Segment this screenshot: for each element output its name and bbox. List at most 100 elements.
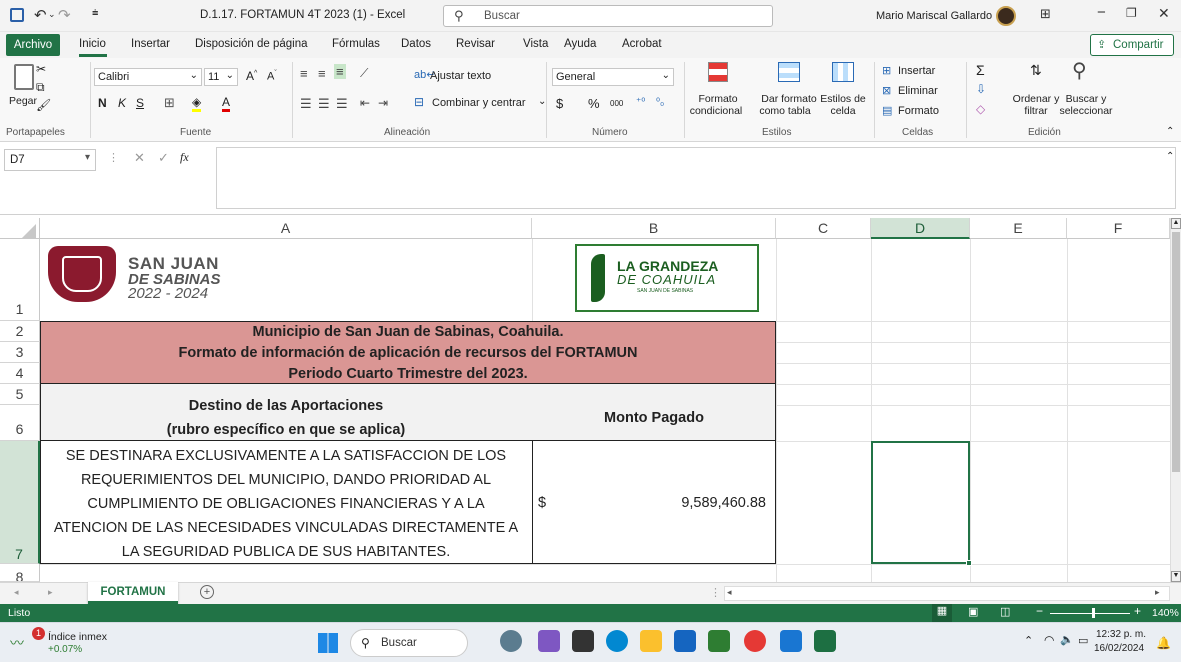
sheet-tab-fortamun[interactable]: FORTAMUN — [88, 582, 178, 604]
expand-formula-icon[interactable]: ⌃ — [1166, 151, 1174, 162]
volume-icon[interactable]: 🔈 — [1060, 633, 1074, 646]
merge-center-button[interactable]: Combinar y centrar — [432, 97, 526, 109]
format-painter-icon[interactable]: 🖌 — [36, 98, 51, 112]
clock-date[interactable]: 16/02/2024 — [1094, 643, 1144, 654]
col-header-b[interactable]: B — [532, 218, 776, 239]
clock-time[interactable]: 12:32 p. m. — [1096, 629, 1146, 640]
zoom-out-icon[interactable]: − — [1036, 604, 1043, 618]
cancel-icon[interactable]: ✕ — [134, 150, 145, 166]
delete-cells-icon[interactable]: ⊠ — [882, 84, 891, 97]
align-top-icon[interactable]: ≡ — [300, 66, 308, 81]
align-left-icon[interactable]: ☰ — [300, 96, 312, 112]
save-icon[interactable] — [10, 8, 24, 22]
row-header-2[interactable]: 2 — [0, 321, 40, 342]
increase-decimal-icon[interactable]: ⁺⁰ — [636, 97, 645, 108]
tab-file[interactable]: Archivo — [6, 34, 60, 56]
col-header-d[interactable]: D — [871, 218, 970, 239]
number-format-select[interactable]: General ⌄ — [552, 68, 674, 86]
page-layout-view-icon[interactable]: ▣ — [968, 605, 978, 618]
restore-icon[interactable]: ❐ — [1126, 6, 1137, 20]
selected-cell-d7[interactable] — [871, 441, 970, 564]
align-right-icon[interactable]: ☰ — [336, 96, 348, 112]
app-task-view-icon[interactable] — [572, 630, 594, 652]
excel-icon[interactable] — [814, 630, 836, 652]
format-cells-button[interactable]: Formato — [898, 105, 939, 117]
row-header-4[interactable]: 4 — [0, 363, 40, 384]
align-center-icon[interactable]: ☰ — [318, 96, 330, 112]
insert-cells-icon[interactable]: ⊞ — [882, 64, 891, 77]
percent-button[interactable]: % — [588, 96, 600, 111]
notification-bell-icon[interactable]: 🔔 — [1156, 636, 1171, 650]
insert-cells-button[interactable]: Insertar — [898, 65, 935, 77]
name-box[interactable]: D7 ▾ — [4, 149, 96, 171]
tab-acrobat[interactable]: Acrobat — [622, 38, 662, 50]
prev-sheet-icon[interactable]: ◂ — [14, 587, 19, 598]
decrease-font-icon[interactable]: Aˇ — [267, 70, 277, 83]
bold-button[interactable]: N — [98, 96, 107, 110]
app-game-icon[interactable] — [538, 630, 560, 652]
formula-input[interactable] — [216, 147, 1176, 209]
scroll-up-icon[interactable]: ▲ — [1171, 218, 1181, 229]
customize-qat-icon[interactable]: ⩧ — [92, 7, 98, 20]
chrome-icon[interactable] — [744, 630, 766, 652]
app-green-icon[interactable] — [708, 630, 730, 652]
row-header-7[interactable]: 7 — [0, 441, 40, 564]
find-select-label2[interactable]: seleccionar — [1050, 106, 1122, 117]
col-header-a[interactable]: A — [40, 218, 532, 239]
align-bottom-icon[interactable]: ≡ — [334, 64, 346, 79]
scroll-down-icon[interactable]: ▼ — [1171, 571, 1181, 582]
cell-styles-icon[interactable] — [832, 62, 854, 82]
cond-format-label1[interactable]: Formato — [688, 94, 748, 105]
increase-font-icon[interactable]: A^ — [246, 69, 257, 83]
zoom-slider[interactable] — [1050, 613, 1130, 614]
orientation-icon[interactable]: ⟋ — [360, 66, 368, 81]
decrease-decimal-icon[interactable]: ⁰₀ — [656, 97, 664, 108]
fill-handle[interactable] — [966, 560, 972, 566]
row-header-1[interactable]: 1 — [0, 239, 40, 321]
format-table-label1[interactable]: Dar formato — [758, 94, 820, 105]
show-hidden-icon[interactable]: ⌃ — [1024, 634, 1033, 647]
undo-icon[interactable]: ↶ — [34, 6, 47, 24]
tab-view[interactable]: Vista — [523, 38, 548, 50]
horizontal-scrollbar[interactable]: ◂ ▸ — [724, 586, 1170, 601]
currency-button[interactable]: $ — [556, 96, 563, 111]
file-explorer-icon[interactable] — [640, 630, 662, 652]
find-select-icon[interactable]: ⚲ — [1072, 58, 1087, 83]
tab-home[interactable]: Inicio — [79, 38, 106, 50]
enter-icon[interactable]: ✓ — [158, 150, 169, 166]
format-table-label2[interactable]: como tabla — [752, 106, 818, 117]
row-header-3[interactable]: 3 — [0, 342, 40, 363]
battery-icon[interactable]: ▭ — [1078, 634, 1088, 647]
cut-icon[interactable]: ✂ — [36, 62, 46, 76]
share-button[interactable]: ⇪ Compartir — [1090, 34, 1174, 56]
row-header-8[interactable]: 8 — [0, 564, 40, 582]
row-header-6[interactable]: 6 — [0, 405, 40, 441]
zoom-level[interactable]: 140% — [1152, 607, 1179, 619]
clear-icon[interactable]: ◇ — [976, 102, 985, 116]
search-box[interactable]: ⚲ Buscar — [443, 5, 773, 27]
tab-page-layout[interactable]: Disposición de página — [195, 38, 308, 50]
copy-icon[interactable]: ⧉ — [36, 80, 45, 95]
wifi-icon[interactable]: ◠ — [1044, 633, 1054, 647]
insert-function-icon[interactable]: fx — [180, 150, 189, 165]
font-name-select[interactable]: Calibri ⌄ — [94, 68, 202, 86]
user-name[interactable]: Mario Mariscal Gallardo — [876, 10, 992, 22]
fill-color-icon[interactable]: ◈ — [192, 95, 202, 112]
split-handle-icon[interactable]: ⋮ — [710, 586, 721, 599]
next-sheet-icon[interactable]: ▸ — [48, 587, 53, 598]
delete-cells-button[interactable]: Eliminar — [898, 85, 938, 97]
undo-dropdown-icon[interactable]: ⌄ — [48, 9, 56, 20]
page-break-view-icon[interactable]: ◫ — [1000, 605, 1010, 618]
stock-widget-icon[interactable]: 〰 — [10, 633, 24, 653]
redo-icon[interactable]: ↷ — [58, 6, 71, 24]
minimize-icon[interactable]: − — [1097, 4, 1106, 21]
vertical-scrollbar[interactable]: ▲ ▼ — [1170, 218, 1181, 582]
sort-filter-label1[interactable]: Ordenar y — [1012, 94, 1060, 105]
store-icon[interactable] — [674, 630, 696, 652]
format-table-icon[interactable] — [778, 62, 800, 82]
italic-button[interactable]: K — [118, 96, 126, 110]
zoom-in-icon[interactable]: + — [1134, 604, 1141, 618]
font-color-icon[interactable]: A — [222, 95, 231, 112]
tab-insert[interactable]: Insertar — [131, 38, 170, 50]
scroll-thumb[interactable] — [1172, 232, 1180, 472]
